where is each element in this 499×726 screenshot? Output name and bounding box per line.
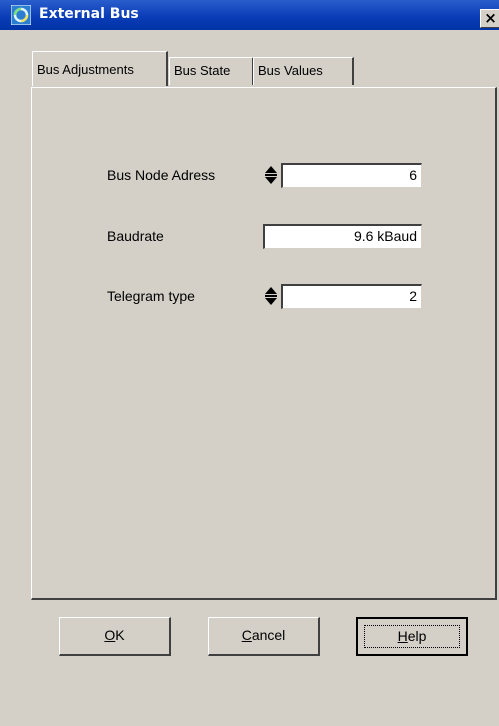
ok-label: K <box>115 627 125 643</box>
spin-up-icon[interactable] <box>265 287 277 294</box>
bus-node-address-label: Bus Node Adress <box>107 167 216 183</box>
ok-button[interactable]: OK <box>59 617 171 656</box>
tab-bus-values[interactable]: Bus Values <box>253 57 354 85</box>
telegram-type-field[interactable]: 2 <box>281 284 422 309</box>
cancel-button[interactable]: Cancel <box>208 617 320 656</box>
bus-node-address-spinner[interactable] <box>262 163 280 189</box>
spin-divider <box>265 295 277 297</box>
tab-bus-adjustments[interactable]: Bus Adjustments <box>32 51 168 86</box>
dialog-client: Bus State Bus Values Bus Adjustments Bus… <box>0 30 499 726</box>
tab-label: Bus Adjustments <box>37 62 134 77</box>
telegram-type-label: Telegram type <box>107 288 195 304</box>
tab-bus-state[interactable]: Bus State <box>169 57 254 85</box>
app-icon <box>11 5 31 25</box>
bus-node-address-row: Bus Node Adress 6 <box>32 163 498 189</box>
bus-node-address-field[interactable]: 6 <box>281 163 422 188</box>
ok-mnemonic: O <box>104 627 116 643</box>
telegram-type-row: Telegram type 2 <box>32 284 498 310</box>
baudrate-field[interactable]: 9.6 kBaud <box>263 224 422 249</box>
window-title: External Bus <box>39 6 139 22</box>
spin-down-icon[interactable] <box>265 298 277 305</box>
spin-divider <box>265 174 277 176</box>
external-bus-dialog: External Bus × Bus State Bus Values Bus … <box>0 0 499 726</box>
close-button[interactable]: × <box>480 9 499 28</box>
spin-up-icon[interactable] <box>265 166 277 173</box>
tab-label: Bus Values <box>258 63 323 78</box>
help-button[interactable]: Help <box>356 617 468 656</box>
cancel-mnemonic: C <box>241 627 252 643</box>
baudrate-row: Baudrate 9.6 kBaud <box>32 224 498 250</box>
baudrate-label: Baudrate <box>107 228 164 244</box>
close-icon: × <box>484 9 497 27</box>
cancel-label: ancel <box>251 627 286 643</box>
spin-down-icon[interactable] <box>265 177 277 184</box>
title-bar[interactable]: External Bus × <box>0 0 499 30</box>
focus-rectangle <box>364 625 460 648</box>
telegram-type-spinner[interactable] <box>262 284 280 310</box>
tab-label: Bus State <box>174 63 231 78</box>
tab-panel-bus-adjustments: Bus Node Adress 6 Baudrate 9.6 kBaud Tel… <box>31 87 497 600</box>
